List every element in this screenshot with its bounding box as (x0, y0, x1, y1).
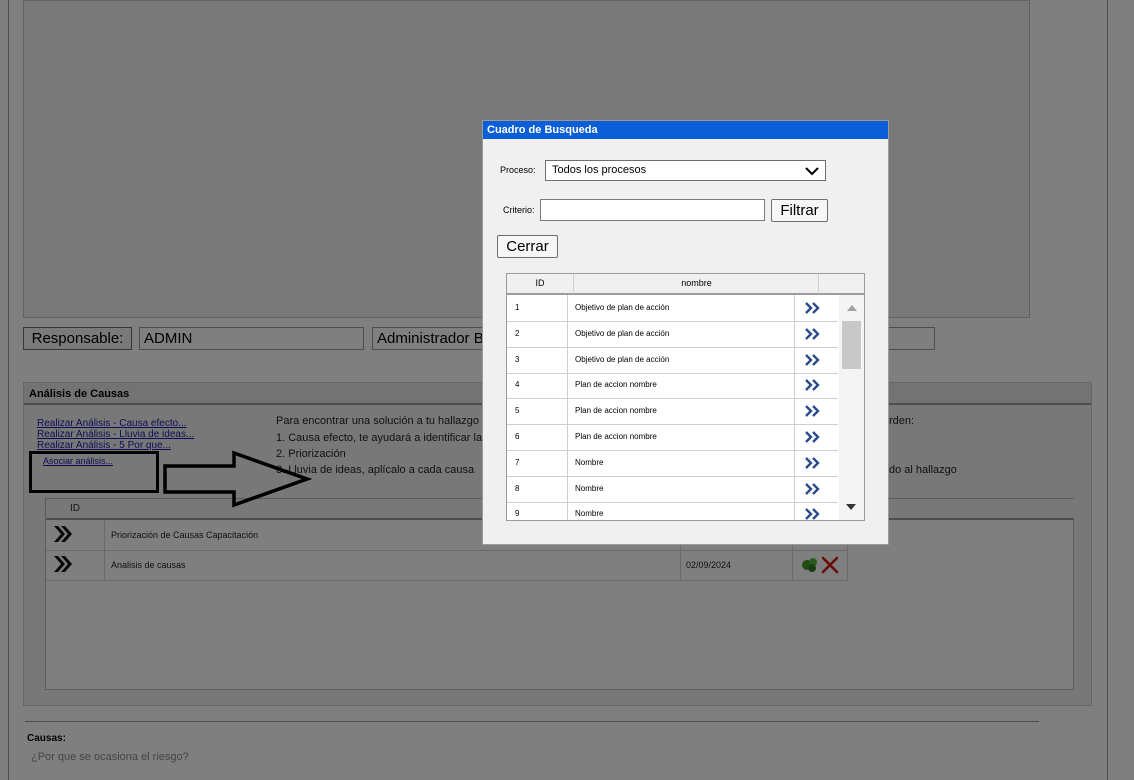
list-item[interactable]: 2 Objetivo de plan de acción (507, 320, 838, 348)
list-item[interactable]: 9 Nombre (507, 501, 838, 521)
result-id: 9 (515, 509, 520, 519)
annotation-highlight-box (29, 451, 159, 493)
result-name: Nombre (575, 509, 604, 519)
chevron-right-icon[interactable] (805, 507, 821, 521)
result-id: 7 (515, 457, 520, 467)
result-id: 4 (515, 380, 520, 390)
row-divider (567, 449, 568, 476)
result-id: 6 (515, 432, 520, 441)
results-header-id: ID (507, 274, 573, 295)
criterio-input[interactable] (540, 199, 765, 221)
scroll-down-icon[interactable] (845, 503, 857, 511)
chevron-right-icon[interactable] (805, 482, 821, 496)
results-header-action (818, 274, 864, 295)
result-name: Plan de accion nombre (575, 406, 657, 416)
result-id: 3 (515, 354, 520, 364)
row-divider (794, 320, 795, 347)
filtrar-button[interactable]: Filtrar (771, 199, 828, 222)
result-name: Plan de accion nombre (575, 432, 657, 441)
annotation-arrow-icon (163, 450, 312, 508)
row-divider (567, 475, 568, 502)
row-divider (794, 424, 795, 450)
row-divider (794, 372, 795, 399)
results-grid: ID nombre 1 Objetivo de plan de acción 2 Ob… (506, 273, 865, 521)
result-id: 2 (515, 328, 520, 338)
proceso-label: Proceso: (500, 165, 536, 175)
list-item[interactable]: 8 Nombre (507, 475, 838, 503)
row-divider (567, 501, 568, 520)
row-divider (567, 398, 568, 425)
search-dialog: Cuadro de Busqueda Proceso: Todos los pr… (482, 120, 889, 545)
row-divider (567, 372, 568, 399)
proceso-select[interactable]: Todos los procesos (545, 160, 826, 181)
row-divider (567, 320, 568, 347)
row-divider (567, 295, 568, 321)
result-name: Objetivo de plan de acción (575, 328, 670, 338)
result-id: 1 (515, 303, 520, 312)
row-divider (794, 449, 795, 476)
row-divider (567, 424, 568, 450)
list-item[interactable]: 1 Objetivo de plan de acción (507, 295, 838, 322)
results-body: 1 Objetivo de plan de acción 2 Objetivo de … (507, 295, 838, 521)
list-item[interactable]: 3 Objetivo de plan de acción (507, 346, 838, 374)
proceso-select-value: Todos los procesos (552, 164, 647, 176)
row-divider (794, 501, 795, 520)
chevron-down-icon (805, 167, 819, 176)
list-item[interactable]: 7 Nombre (507, 449, 838, 477)
page: Responsable: ADMIN Administrador B Análi… (0, 0, 1134, 780)
cerrar-button[interactable]: Cerrar (497, 235, 558, 258)
row-divider (794, 346, 795, 373)
result-id: 5 (515, 406, 520, 416)
results-header-name: nombre (573, 274, 819, 295)
result-name: Nombre (575, 457, 604, 467)
dialog-title[interactable]: Cuadro de Busqueda (483, 121, 888, 139)
results-scrollbar[interactable] (839, 295, 864, 520)
row-divider (794, 475, 795, 502)
row-divider (794, 398, 795, 425)
scroll-up-icon[interactable] (846, 304, 858, 312)
row-divider (794, 295, 795, 321)
chevron-right-icon[interactable] (805, 430, 821, 444)
chevron-right-icon[interactable] (805, 353, 821, 367)
list-item[interactable]: 6 Plan de accion nombre (507, 424, 838, 451)
result-id: 8 (515, 483, 520, 493)
result-name: Plan de accion nombre (575, 380, 657, 390)
chevron-right-icon[interactable] (805, 404, 821, 418)
list-item[interactable]: 4 Plan de accion nombre (507, 372, 838, 400)
scrollbar-thumb[interactable] (842, 321, 861, 369)
list-item[interactable]: 5 Plan de accion nombre (507, 398, 838, 426)
criterio-label: Criterio: (503, 205, 535, 215)
result-name: Objetivo de plan de acción (575, 354, 670, 364)
chevron-right-icon[interactable] (805, 327, 821, 341)
chevron-right-icon[interactable] (805, 456, 821, 470)
chevron-right-icon[interactable] (805, 378, 821, 392)
row-divider (567, 346, 568, 373)
result-name: Objetivo de plan de acción (575, 303, 670, 312)
chevron-right-icon[interactable] (805, 301, 821, 315)
result-name: Nombre (575, 483, 604, 493)
